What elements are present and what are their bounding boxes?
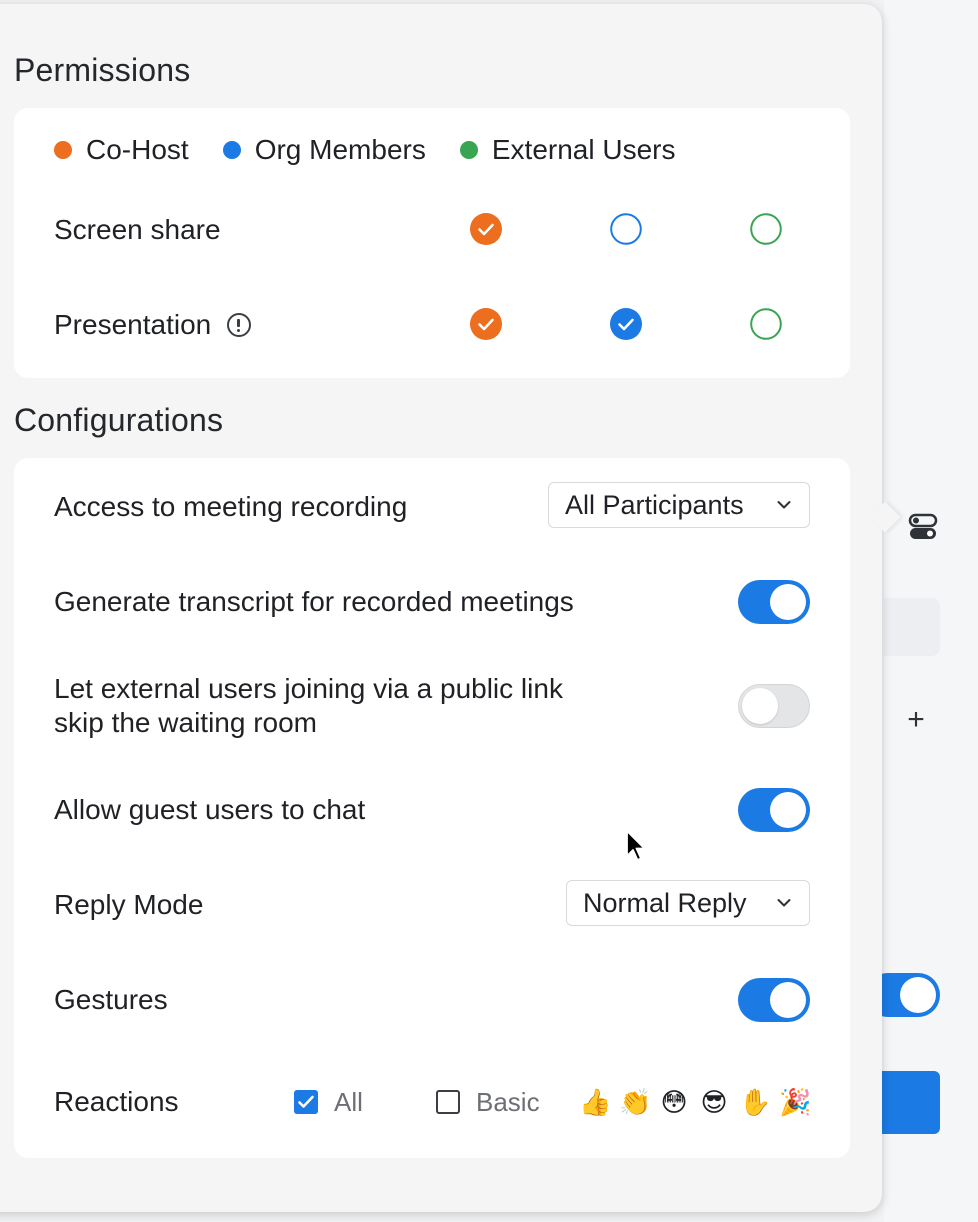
reactions-basic-checkbox[interactable] [436, 1090, 460, 1114]
clapping-emoji-icon: 👏 [619, 1087, 652, 1117]
permission-label: Presentation [54, 309, 212, 340]
guest-chat-label: Allow guest users to chat [54, 794, 366, 825]
cohost-dot-icon [54, 141, 72, 159]
party-emoji-icon: 🎉 [779, 1087, 812, 1117]
label-line-2: skip the waiting room [54, 707, 318, 738]
reactions-label: Reactions [54, 1086, 179, 1117]
label-line-1: Let external users joining via a public … [54, 673, 563, 704]
permissions-card: Co-Host Org Members External Users Scree… [14, 108, 850, 378]
org-members-dot-icon [222, 141, 241, 159]
legend-item-org-members: Org Members [222, 134, 426, 166]
permission-label: Screen share [54, 214, 221, 245]
presentation-org-members-checkbox[interactable] [610, 308, 642, 340]
sunglasses-emoji-icon: 😎 [700, 1087, 728, 1117]
legend-label: External Users [491, 134, 676, 165]
info-icon[interactable] [227, 313, 252, 337]
dropdown-value: Normal Reply [583, 887, 747, 918]
mouse-cursor-icon [626, 830, 646, 861]
gestures-label: Gestures [54, 984, 168, 1015]
gestures-toggle[interactable] [738, 978, 810, 1022]
screen-share-external-users-checkbox[interactable] [750, 213, 782, 245]
permission-row-screen-share: Screen share [54, 210, 814, 250]
transcript-toggle[interactable] [738, 580, 810, 624]
recording-access-dropdown[interactable]: All Participants [548, 482, 810, 528]
permission-label-wrap: Presentation [54, 309, 252, 341]
legend-label: Co-Host [86, 134, 189, 165]
permissions-title: Permissions [14, 52, 191, 88]
skip-waiting-room-label: Let external users joining via a public … [54, 672, 810, 740]
skip-waiting-room-toggle[interactable] [738, 684, 810, 728]
reply-mode-dropdown[interactable]: Normal Reply [566, 880, 810, 926]
screen-share-org-members-checkbox[interactable] [610, 213, 642, 245]
permissions-legend: Co-Host Org Members External Users [54, 134, 709, 166]
thumbs-up-emoji-icon: 👍 [579, 1087, 612, 1117]
chevron-down-icon [777, 899, 791, 907]
chevron-down-icon [777, 501, 791, 509]
background-field [884, 598, 940, 656]
dropdown-value: All Participants [565, 489, 744, 520]
presentation-cohost-checkbox[interactable] [470, 308, 502, 340]
presentation-external-users-checkbox[interactable] [750, 308, 782, 340]
configurations-card: Access to meeting recording All Particip… [14, 458, 850, 1158]
surprised-emoji-icon: 😳 [660, 1087, 688, 1117]
plus-icon[interactable]: + [902, 702, 930, 738]
legend-item-cohost: Co-Host [54, 134, 189, 166]
screen-share-cohost-checkbox[interactable] [470, 213, 502, 245]
configurations-title: Configurations [14, 402, 224, 438]
permission-row-presentation: Presentation [54, 305, 814, 345]
reactions-basic-label: Basic [476, 1087, 540, 1117]
legend-label: Org Members [254, 134, 426, 165]
toggle-settings-icon[interactable] [906, 512, 940, 542]
reactions-all-label: All [334, 1087, 363, 1117]
reactions-all-checkbox[interactable] [294, 1090, 318, 1114]
legend-item-external-users: External Users [459, 134, 676, 166]
checkmark-icon [298, 1095, 314, 1108]
external-users-dot-icon [459, 141, 478, 159]
raised-hand-emoji-icon: ✋ [739, 1087, 772, 1117]
guest-chat-toggle[interactable] [738, 788, 810, 832]
transcript-label: Generate transcript for recorded meeting… [54, 586, 574, 617]
